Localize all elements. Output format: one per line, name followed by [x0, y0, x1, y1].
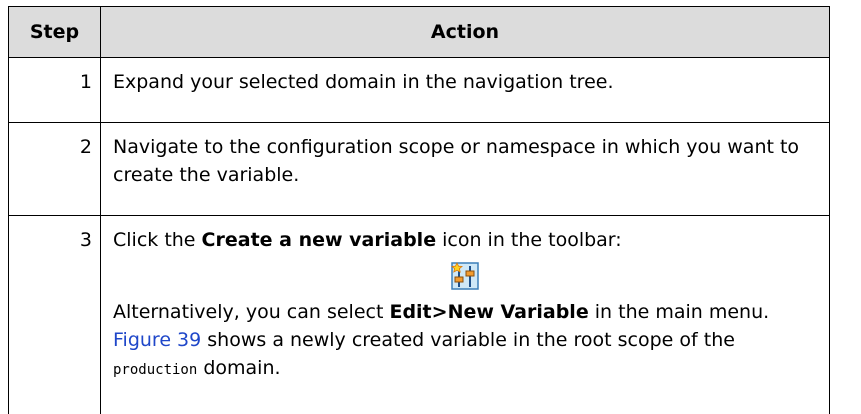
table-row: 2 Navigate to the configuration scope or…	[9, 123, 830, 216]
text-run: Alternatively, you can select	[113, 301, 389, 323]
menu-path: Edit>New Variable	[389, 301, 588, 323]
text-run: in the main menu.	[589, 301, 769, 323]
icon-row	[113, 262, 817, 290]
table-header-row: Step Action	[9, 7, 830, 58]
step-number: 2	[9, 123, 101, 216]
text-run: icon in the toolbar:	[436, 229, 622, 251]
create-variable-icon	[451, 262, 479, 290]
text-run: shows a newly created variable in the ro…	[201, 329, 735, 351]
action-paragraph: Navigate to the configuration scope or n…	[113, 133, 817, 189]
action-paragraph: Expand your selected domain in the navig…	[113, 68, 817, 96]
step-number: 3	[9, 216, 101, 414]
table-row: 1 Expand your selected domain in the nav…	[9, 58, 830, 123]
action-text: Expand your selected domain in the navig…	[101, 58, 830, 123]
domain-name-code: production	[113, 362, 197, 378]
table-row: 3 Click the Create a new variable icon i…	[9, 216, 830, 414]
action-column-header: Action	[101, 7, 830, 58]
action-paragraph: Alternatively, you can select Edit>New V…	[113, 298, 817, 384]
text-run: domain.	[197, 357, 280, 379]
text-run: Click the	[113, 229, 202, 251]
ui-term: Create a new variable	[202, 229, 437, 251]
step-column-header: Step	[9, 7, 101, 58]
action-text: Navigate to the configuration scope or n…	[101, 123, 830, 216]
figure-link[interactable]: Figure 39	[113, 329, 201, 351]
steps-table: Step Action 1 Expand your selected domai…	[8, 6, 830, 414]
action-paragraph: Click the Create a new variable icon in …	[113, 226, 817, 254]
action-text: Click the Create a new variable icon in …	[101, 216, 830, 414]
step-number: 1	[9, 58, 101, 123]
